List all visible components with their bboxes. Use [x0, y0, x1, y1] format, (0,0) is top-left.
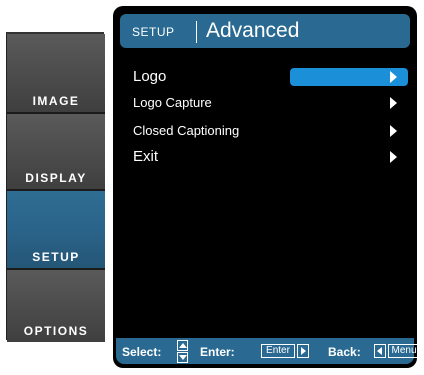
- tab-display-label: DISPLAY: [25, 171, 87, 185]
- chevron-right-icon: [390, 97, 397, 109]
- chevron-right-icon: [390, 71, 397, 83]
- category-tabs: IMAGE DISPLAY SETUP OPTIONS: [6, 32, 105, 342]
- menu-item-label: Closed Captioning: [133, 123, 240, 138]
- select-hint-label: Select:: [122, 345, 162, 359]
- tab-options-label: OPTIONS: [23, 324, 89, 338]
- help-bar: Select: Enter: Enter Back: Menu: [116, 338, 417, 364]
- chevron-right-icon: [390, 151, 397, 163]
- menu-item-label: Logo: [133, 68, 167, 85]
- menu-header: SETUP Advanced: [120, 14, 410, 48]
- header-divider: [196, 21, 197, 43]
- menu-item-exit[interactable]: Exit: [130, 146, 410, 168]
- tab-display[interactable]: DISPLAY: [7, 114, 105, 191]
- menu-item-label: Logo Capture: [133, 95, 212, 110]
- left-arrow-key-icon: [374, 344, 386, 358]
- back-hint-label: Back:: [328, 345, 361, 359]
- tab-setup[interactable]: SETUP: [7, 191, 105, 270]
- page-title: Advanced: [206, 19, 300, 42]
- chevron-right-icon: [390, 125, 397, 137]
- menu-item-logo[interactable]: Logo: [130, 66, 410, 88]
- menu-item-closed-captioning[interactable]: Closed Captioning: [130, 120, 410, 142]
- enter-hint-label: Enter:: [200, 345, 235, 359]
- breadcrumb: SETUP: [132, 25, 175, 39]
- menu-item-logo-capture[interactable]: Logo Capture: [130, 92, 410, 114]
- tab-image-label: IMAGE: [32, 94, 80, 108]
- enter-key-icon: Enter: [261, 344, 295, 358]
- down-arrow-key-icon: [177, 352, 188, 363]
- tab-image[interactable]: IMAGE: [7, 34, 105, 114]
- menu-item-label: Exit: [133, 148, 159, 165]
- tab-options[interactable]: OPTIONS: [7, 270, 105, 342]
- up-arrow-key-icon: [177, 340, 188, 351]
- menu-key-icon: Menu: [388, 344, 417, 358]
- osd-menu-panel: SETUP Advanced Logo Logo Capture Closed …: [113, 6, 417, 368]
- right-arrow-key-icon: [297, 344, 309, 358]
- tab-setup-label: SETUP: [32, 250, 80, 264]
